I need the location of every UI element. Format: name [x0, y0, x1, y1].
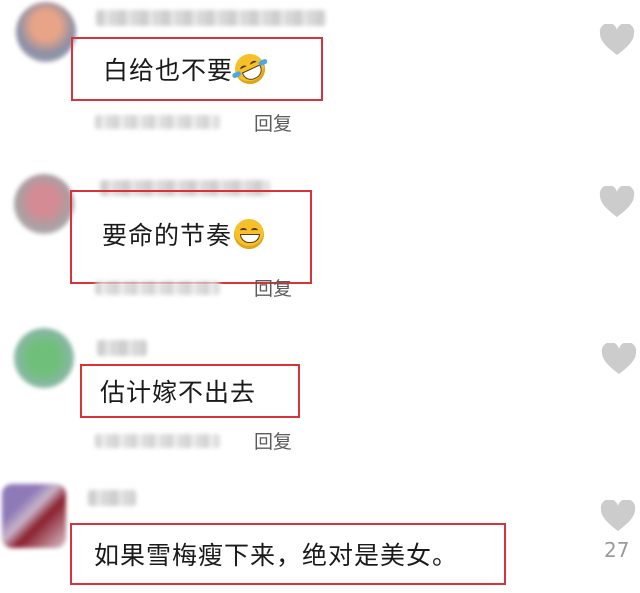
comment-item: 白给也不要 回复	[0, 0, 640, 150]
rolling-laughing-emoji-icon	[230, 49, 270, 89]
grinning-emoji-icon	[234, 219, 265, 249]
username-blurred	[97, 340, 147, 356]
comment-text: 要命的节奏	[102, 221, 233, 250]
heart-icon[interactable]	[599, 24, 635, 56]
avatar[interactable]	[16, 2, 76, 62]
avatar[interactable]	[14, 328, 74, 388]
comment-text: 估计嫁不出去	[100, 378, 257, 407]
comment-text-box: 如果雪梅瘦下来，绝对是美女。	[70, 523, 506, 585]
timestamp-blurred	[95, 115, 220, 129]
reply-button[interactable]: 回复	[254, 109, 292, 136]
reply-button[interactable]: 回复	[254, 274, 292, 301]
reply-button[interactable]: 回复	[254, 427, 292, 454]
comment-item: 估计嫁不出去 回复	[0, 310, 640, 470]
comment-item: 要命的节奏 回复	[0, 150, 640, 310]
like-count: 27	[604, 538, 630, 562]
timestamp-blurred	[95, 281, 220, 295]
comment-text: 如果雪梅瘦下来，绝对是美女。	[94, 541, 459, 570]
username-blurred	[96, 10, 326, 26]
heart-icon[interactable]	[599, 186, 635, 218]
timestamp-blurred	[95, 434, 220, 448]
comment-text: 白给也不要	[103, 56, 234, 85]
username-blurred	[88, 490, 136, 506]
comment-text-box: 估计嫁不出去	[80, 364, 300, 418]
comment-text-box: 要命的节奏	[70, 190, 312, 284]
avatar[interactable]	[2, 484, 66, 548]
heart-icon[interactable]	[601, 343, 637, 375]
avatar[interactable]	[14, 174, 74, 234]
comment-text-box: 白给也不要	[71, 37, 323, 101]
heart-icon[interactable]	[600, 500, 636, 532]
comment-item: 如果雪梅瘦下来，绝对是美女。 27	[0, 470, 640, 593]
